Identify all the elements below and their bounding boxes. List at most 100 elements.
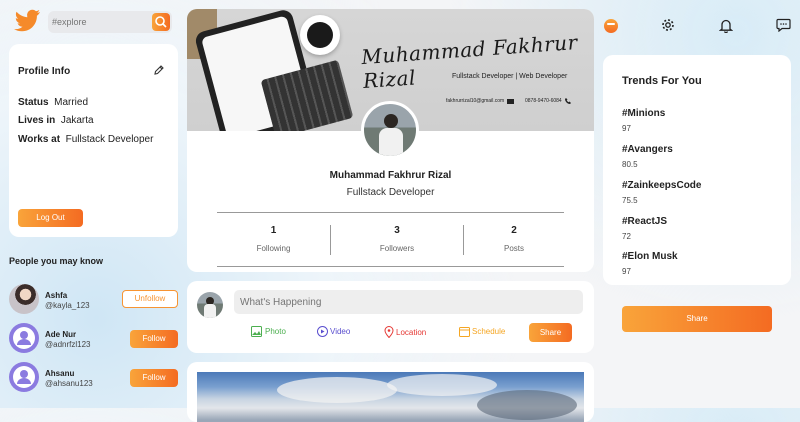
trend-tag: #ZainkeepsCode xyxy=(622,180,702,191)
stat-value: 3 xyxy=(394,225,400,236)
trend-item[interactable]: #ReactJS 72 xyxy=(622,216,667,241)
logout-button[interactable]: Log Out xyxy=(18,209,83,227)
video-icon xyxy=(317,326,328,337)
trend-count: 80.5 xyxy=(622,160,638,169)
cover-phone-text: 0878-9470-6084 xyxy=(525,98,562,104)
bell-icon xyxy=(719,19,733,33)
photo-label: Photo xyxy=(265,327,286,336)
cover-phone: 0878-9470-6084 xyxy=(525,98,571,104)
unfollow-button[interactable]: Unfollow xyxy=(122,290,178,308)
suggestion-name: Ade Nur xyxy=(45,330,77,339)
stats-divider-top xyxy=(217,212,564,213)
suggestion-item: Ashfa @kayla_123 Unfollow xyxy=(9,284,179,316)
bird-logo-icon xyxy=(14,9,40,32)
video-label: Video xyxy=(330,327,351,336)
stats-divider-bottom xyxy=(217,266,564,267)
avatar xyxy=(9,323,39,353)
cover-signature: Muhammad Fakhrur Rizal xyxy=(360,30,579,94)
suggestion-handle: @kayla_123 xyxy=(45,301,90,310)
suggestion-item: Ade Nur @adnrfzl123 Follow xyxy=(9,323,179,355)
works-value: Fullstack Developer xyxy=(65,134,154,145)
suggestions-title: People you may know xyxy=(9,256,104,266)
lives-value: Jakarta xyxy=(60,115,94,126)
stat-value: 1 xyxy=(270,225,277,236)
logo[interactable] xyxy=(12,8,42,36)
lives-row: Lives in Jakarta xyxy=(18,115,94,126)
stat-value: 2 xyxy=(511,225,517,236)
profile-card: Muhammad Fakhrur Rizal Fullstack Develop… xyxy=(187,9,594,272)
chat-icon xyxy=(776,18,791,32)
messages-button[interactable] xyxy=(776,18,791,32)
lives-label: Lives in xyxy=(18,115,56,126)
trends-title: Trends For You xyxy=(622,75,702,87)
status-row: Status Married xyxy=(18,97,88,108)
trends-share-button[interactable]: Share xyxy=(622,306,772,332)
cover-email: fakhrurrizal10@gmail.com xyxy=(446,98,515,104)
trend-tag: #Minions xyxy=(622,108,666,119)
gear-icon xyxy=(662,19,674,31)
trend-count: 97 xyxy=(622,267,631,276)
trend-item[interactable]: #Minions 97 xyxy=(622,108,665,133)
home-button[interactable] xyxy=(604,19,618,33)
trend-item[interactable]: #Avangers 80.5 xyxy=(622,144,673,169)
trend-count: 97 xyxy=(622,124,631,133)
profile-avatar[interactable] xyxy=(361,101,419,159)
settings-button[interactable] xyxy=(661,18,675,32)
user-icon xyxy=(13,366,35,388)
status-value: Married xyxy=(54,97,89,108)
profile-name: Muhammad Fakhrur Rizal xyxy=(329,170,452,181)
whats-happening-input[interactable] xyxy=(234,290,583,314)
profile-role: Fullstack Developer xyxy=(346,187,435,198)
top-nav xyxy=(600,14,795,36)
stat-posts[interactable]: 2 Posts xyxy=(464,225,564,253)
trend-item[interactable]: #Elon Musk 97 xyxy=(622,251,678,276)
trends-card: Trends For You #Minions 97 #Avangers 80.… xyxy=(603,55,791,285)
follow-button[interactable]: Follow xyxy=(130,330,178,348)
trend-count: 72 xyxy=(622,232,631,241)
trend-tag: #ReactJS xyxy=(622,216,668,227)
suggestion-handle: @ahsanu123 xyxy=(45,379,93,388)
notifications-button[interactable] xyxy=(719,18,733,33)
suggestion-name: Ahsanu xyxy=(45,369,75,378)
post-image[interactable] xyxy=(197,372,584,422)
coffee-cup xyxy=(300,15,340,55)
mail-icon xyxy=(507,98,515,104)
stat-followers[interactable]: 3 Followers xyxy=(331,225,463,253)
suggestion-name: Ashfa xyxy=(45,291,68,300)
composer-avatar xyxy=(197,292,223,318)
photo-option[interactable]: Photo xyxy=(251,326,286,337)
follow-button[interactable]: Follow xyxy=(130,369,178,387)
calendar-icon xyxy=(459,327,470,337)
photo-icon xyxy=(251,326,262,337)
suggestion-handle: @adnrfzl123 xyxy=(45,340,91,349)
profile-info-card: Profile Info Status Married Lives in Jak… xyxy=(9,44,178,237)
status-label: Status xyxy=(18,97,49,108)
post-composer: Photo Video Location Schedule Share xyxy=(187,281,594,353)
stat-label: Posts xyxy=(503,244,524,253)
profile-info-title: Profile Info xyxy=(18,66,71,77)
trend-item[interactable]: #ZainkeepsCode 75.5 xyxy=(622,180,701,205)
user-icon xyxy=(13,327,35,349)
search-bar xyxy=(48,11,172,33)
home-icon xyxy=(604,19,618,33)
search-input[interactable] xyxy=(52,14,148,30)
location-option[interactable]: Location xyxy=(384,326,426,338)
stat-label: Following xyxy=(256,244,291,253)
trend-count: 75.5 xyxy=(622,196,638,205)
video-option[interactable]: Video xyxy=(317,326,350,337)
phone-icon xyxy=(564,98,571,104)
location-icon xyxy=(384,326,394,338)
schedule-option[interactable]: Schedule xyxy=(459,326,505,337)
search-icon xyxy=(155,16,167,28)
composer-share-button[interactable]: Share xyxy=(529,323,572,342)
edit-icon[interactable] xyxy=(153,64,165,76)
stat-following[interactable]: 1 Following xyxy=(217,225,330,253)
stat-label: Followers xyxy=(379,244,415,253)
avatar xyxy=(9,284,39,314)
feed-post xyxy=(187,362,594,422)
search-button[interactable] xyxy=(152,13,170,31)
trend-tag: #Elon Musk xyxy=(622,251,678,262)
works-label: Works at xyxy=(18,134,61,145)
cover-subtitle: Fullstack Developer | Web Developer xyxy=(452,73,568,80)
works-row: Works at Fullstack Developer xyxy=(18,134,153,145)
